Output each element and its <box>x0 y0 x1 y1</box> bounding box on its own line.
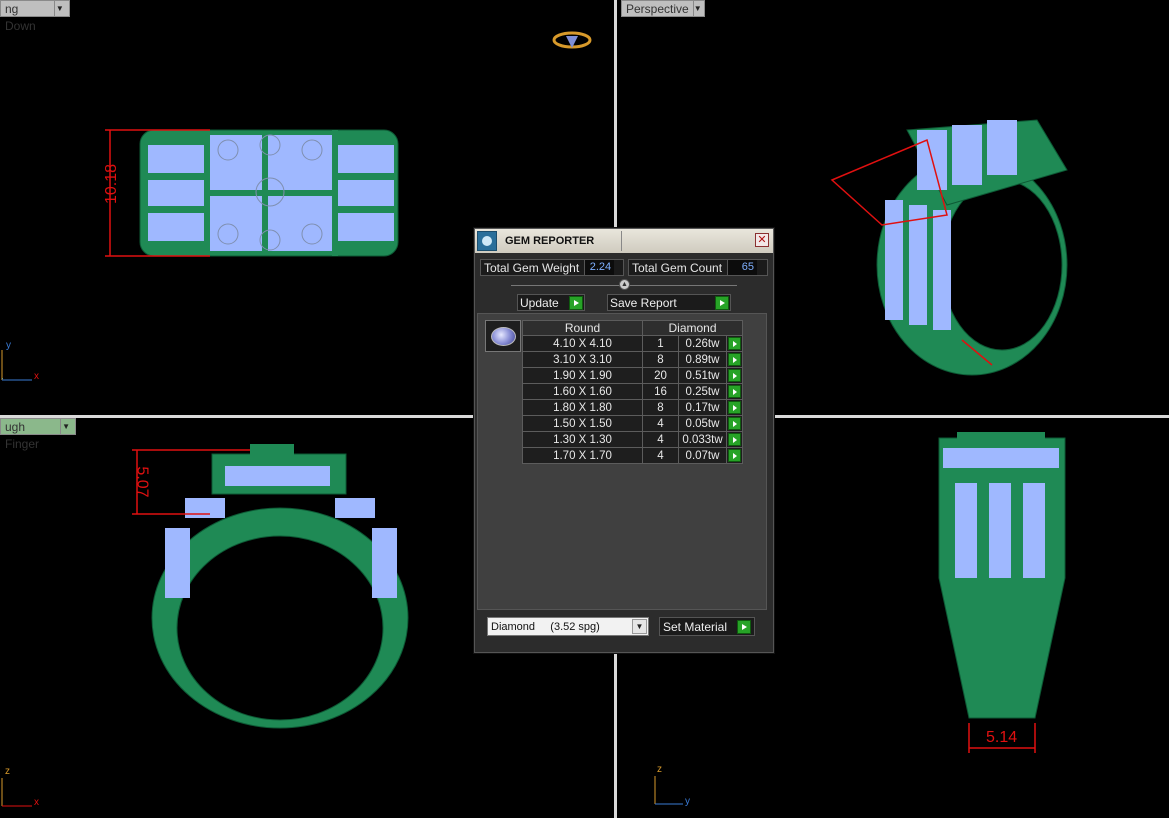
set-material-button-label: Set Material <box>663 619 728 634</box>
table-row[interactable]: 1.30 X 1.30 4 0.033tw <box>522 431 743 448</box>
row-select-button[interactable] <box>726 335 743 352</box>
axis-label-y: y <box>6 340 11 351</box>
dimension-label: 10.18 <box>103 163 121 205</box>
material-select[interactable]: Diamond (3.52 spg) ▼ <box>487 617 649 636</box>
gem-reporter-logo-icon <box>477 231 497 251</box>
table-row[interactable]: 1.70 X 1.70 4 0.07tw <box>522 447 743 464</box>
gem-count-cell: 20 <box>642 367 679 384</box>
material-select-value: Diamond (3.52 spg) <box>491 620 600 633</box>
update-button-label: Update <box>520 295 559 310</box>
gem-size-cell: 1.80 X 1.80 <box>522 399 643 416</box>
gem-size-cell: 1.90 X 1.90 <box>522 367 643 384</box>
total-gem-weight-value: 2.24 <box>584 260 615 275</box>
gem-weight-cell: 0.89tw <box>678 351 727 368</box>
close-icon[interactable]: ✕ <box>755 233 769 247</box>
gem-size-cell: 4.10 X 4.10 <box>522 335 643 352</box>
play-icon <box>728 385 741 398</box>
table-row[interactable]: 1.90 X 1.90 20 0.51tw <box>522 367 743 384</box>
dimension-label: 5.07 <box>133 466 151 498</box>
axis-label-z: z <box>5 766 10 777</box>
collapse-slider[interactable]: ▲ <box>475 278 773 292</box>
round-gem-icon[interactable] <box>485 320 521 352</box>
axis-label-x: x <box>34 797 39 808</box>
gem-reporter-title: GEM REPORTER <box>505 235 595 247</box>
update-button[interactable]: Update <box>517 294 585 311</box>
dimension-label: 5.14 <box>986 729 1018 746</box>
gem-size-cell: 1.70 X 1.70 <box>522 447 643 464</box>
gem-weight-cell: 0.25tw <box>678 383 727 400</box>
table-row[interactable]: 1.80 X 1.80 8 0.17tw <box>522 399 743 416</box>
play-icon <box>737 619 751 634</box>
gem-count-cell: 4 <box>642 415 679 432</box>
axis-label-y: y <box>685 796 690 807</box>
gem-reporter-window: GEM REPORTER ✕ Total Gem Weight 2.24 Tot… <box>474 228 774 653</box>
gem-table: Round Diamond 4.10 X 4.10 1 0.26tw 3.10 X 3… <box>522 320 743 464</box>
row-select-button[interactable] <box>726 447 743 464</box>
play-icon <box>728 417 741 430</box>
play-icon <box>728 353 741 366</box>
gem-size-cell: 1.60 X 1.60 <box>522 383 643 400</box>
save-report-button-label: Save Report <box>610 295 677 310</box>
play-icon <box>728 449 741 462</box>
play-icon <box>715 295 729 310</box>
gem-weight-cell: 0.51tw <box>678 367 727 384</box>
gem-count-cell: 16 <box>642 383 679 400</box>
gem-count-cell: 4 <box>642 431 679 448</box>
gem-size-cell: 1.30 X 1.30 <box>522 431 643 448</box>
set-material-button[interactable]: Set Material <box>659 617 755 636</box>
table-row[interactable]: 1.60 X 1.60 16 0.25tw <box>522 383 743 400</box>
total-gem-weight-field: Total Gem Weight 2.24 <box>480 259 624 276</box>
gem-count-cell: 1 <box>642 335 679 352</box>
row-select-button[interactable] <box>726 367 743 384</box>
play-icon <box>569 295 583 310</box>
row-select-button[interactable] <box>726 431 743 448</box>
gem-weight-cell: 0.26tw <box>678 335 727 352</box>
save-report-button[interactable]: Save Report <box>607 294 731 311</box>
total-gem-count-value: 65 <box>727 260 758 275</box>
axis-label-x: x <box>34 371 39 382</box>
gem-weight-cell: 0.17tw <box>678 399 727 416</box>
gem-size-cell: 1.50 X 1.50 <box>522 415 643 432</box>
column-header-shape: Round <box>522 320 643 336</box>
table-row[interactable]: 1.50 X 1.50 4 0.05tw <box>522 415 743 432</box>
row-select-button[interactable] <box>726 351 743 368</box>
gem-weight-cell: 0.07tw <box>678 447 727 464</box>
gem-size-cell: 3.10 X 3.10 <box>522 351 643 368</box>
play-icon <box>728 401 741 414</box>
total-gem-count-label: Total Gem Count <box>632 260 723 275</box>
column-header-material: Diamond <box>642 320 743 336</box>
row-select-button[interactable] <box>726 383 743 400</box>
gem-weight-cell: 0.05tw <box>678 415 727 432</box>
collapse-arrow-icon[interactable]: ▲ <box>619 279 630 290</box>
play-icon <box>728 337 741 350</box>
titlebar-divider <box>621 231 622 251</box>
play-icon <box>728 369 741 382</box>
table-row[interactable]: 4.10 X 4.10 1 0.26tw <box>522 335 743 352</box>
gem-count-cell: 4 <box>642 447 679 464</box>
gem-count-cell: 8 <box>642 399 679 416</box>
total-gem-weight-label: Total Gem Weight <box>484 260 580 275</box>
gem-count-cell: 8 <box>642 351 679 368</box>
row-select-button[interactable] <box>726 415 743 432</box>
gem-weight-cell: 0.033tw <box>678 431 727 448</box>
row-select-button[interactable] <box>726 399 743 416</box>
total-gem-count-field: Total Gem Count 65 <box>628 259 768 276</box>
axis-label-z: z <box>657 764 662 775</box>
chevron-down-icon[interactable]: ▼ <box>632 619 647 634</box>
gem-list-panel: Round Diamond 4.10 X 4.10 1 0.26tw 3.10 X 3… <box>477 313 767 610</box>
play-icon <box>728 433 741 446</box>
gem-reporter-titlebar[interactable]: GEM REPORTER ✕ <box>475 229 773 253</box>
table-row[interactable]: 3.10 X 3.10 8 0.89tw <box>522 351 743 368</box>
